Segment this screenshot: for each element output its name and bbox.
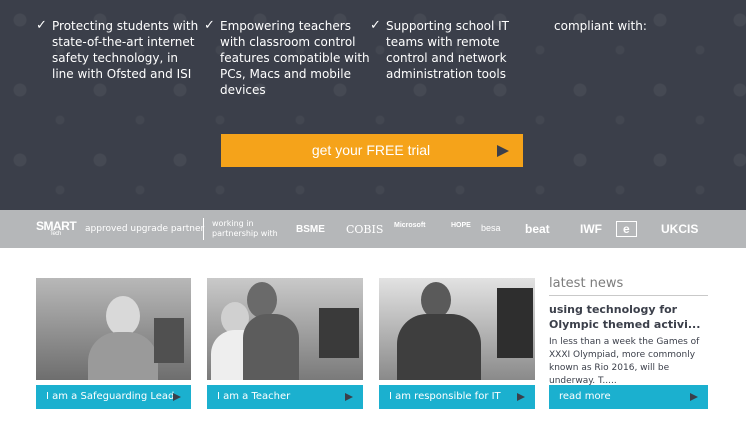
arrow-right-icon [497, 145, 509, 157]
check-icon: ✓ [370, 18, 381, 33]
it-responsible-label: I am responsible for IT [389, 391, 501, 402]
safeguarding-lead-button[interactable]: I am a Safeguarding Lead [36, 385, 191, 409]
read-more-button[interactable]: read more [549, 385, 708, 409]
arrow-right-icon [517, 393, 525, 401]
monitor [154, 318, 184, 363]
safeguarding-lead-image[interactable] [36, 278, 191, 380]
news-title-link[interactable]: using technology for Olympic themed acti… [549, 302, 709, 332]
it-responsible-button[interactable]: I am responsible for IT [379, 385, 535, 409]
feature-text: Empowering teachers with classroom contr… [220, 19, 370, 97]
arrow-right-icon [173, 393, 181, 401]
person-body [88, 332, 158, 380]
hero-section: ✓ Protecting students with state-of-the-… [0, 0, 746, 210]
person-body [397, 314, 481, 380]
partners-band: SMART Tech approved upgrade partner work… [0, 210, 746, 248]
bsme-logo[interactable]: BSME [296, 224, 325, 235]
teacher-button[interactable]: I am a Teacher [207, 385, 363, 409]
news-excerpt: In less than a week the Games of XXXI Ol… [549, 337, 700, 386]
feature-text: Supporting school IT teams with remote c… [386, 19, 509, 81]
teacher-image[interactable] [207, 278, 363, 380]
teacher-label: I am a Teacher [217, 391, 291, 402]
free-trial-label: get your FREE trial [311, 142, 431, 158]
hope-logo[interactable]: HOPE [451, 222, 471, 229]
person-head [421, 282, 451, 318]
arrow-right-icon [345, 393, 353, 401]
safeguarding-lead-label: I am a Safeguarding Lead [46, 391, 175, 402]
cobis-logo[interactable]: COBIS [346, 223, 383, 236]
iwf-logo[interactable]: IWF [580, 222, 602, 236]
microsoft-logo[interactable]: Microsoft [394, 222, 426, 229]
beat-logo[interactable]: beat [525, 222, 550, 236]
e-logo[interactable]: e [616, 221, 637, 237]
divider [203, 218, 204, 240]
it-responsible-image[interactable] [379, 278, 535, 380]
smart-logo[interactable]: SMART Tech [36, 219, 77, 237]
besa-logo[interactable]: besa [481, 223, 501, 233]
free-trial-button[interactable]: get your FREE trial [221, 134, 523, 167]
person-head [247, 282, 277, 318]
person-body [243, 314, 299, 380]
compliant-text: compliant with: [554, 19, 647, 33]
news-heading: latest news [549, 276, 708, 296]
person-head [106, 296, 140, 336]
ukcis-logo[interactable]: UKCIS [661, 222, 698, 236]
monitor [319, 308, 359, 358]
feature-text: Protecting students with state-of-the-ar… [52, 19, 199, 81]
check-icon: ✓ [36, 18, 47, 33]
check-icon: ✓ [204, 18, 215, 33]
arrow-right-icon [690, 393, 698, 401]
monitor [497, 288, 533, 358]
read-more-label: read more [559, 391, 611, 402]
approved-partner-text: approved upgrade partner [85, 224, 205, 234]
working-with-text: working in partnership with [212, 219, 278, 238]
